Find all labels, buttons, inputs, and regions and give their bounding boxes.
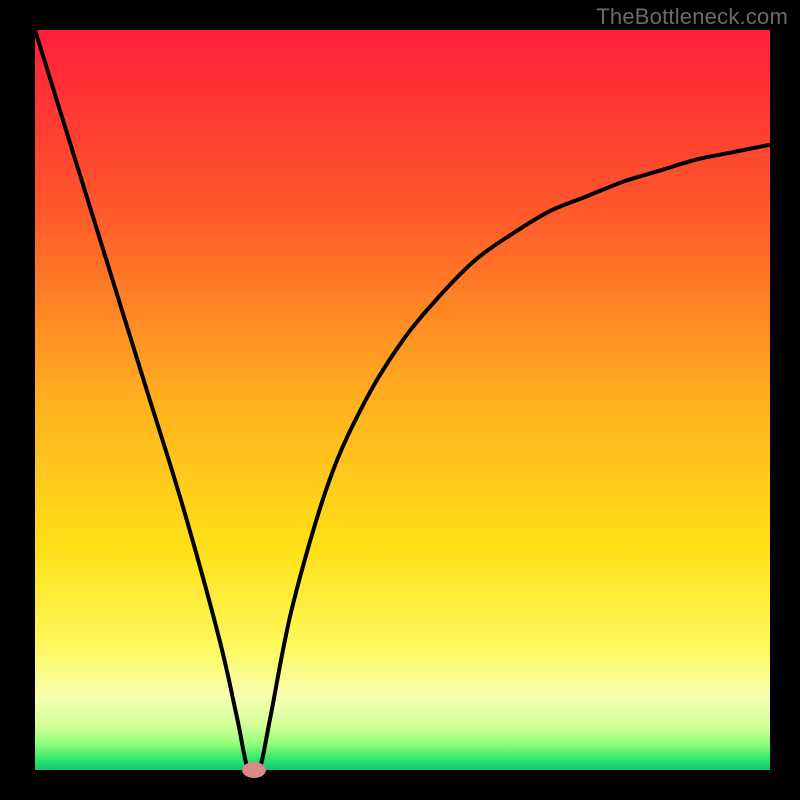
watermark-text: TheBottleneck.com: [596, 4, 788, 30]
optimal-point-marker: [242, 762, 266, 778]
chart-frame: TheBottleneck.com: [0, 0, 800, 800]
bottleneck-chart: [0, 0, 800, 800]
plot-background: [35, 30, 770, 770]
